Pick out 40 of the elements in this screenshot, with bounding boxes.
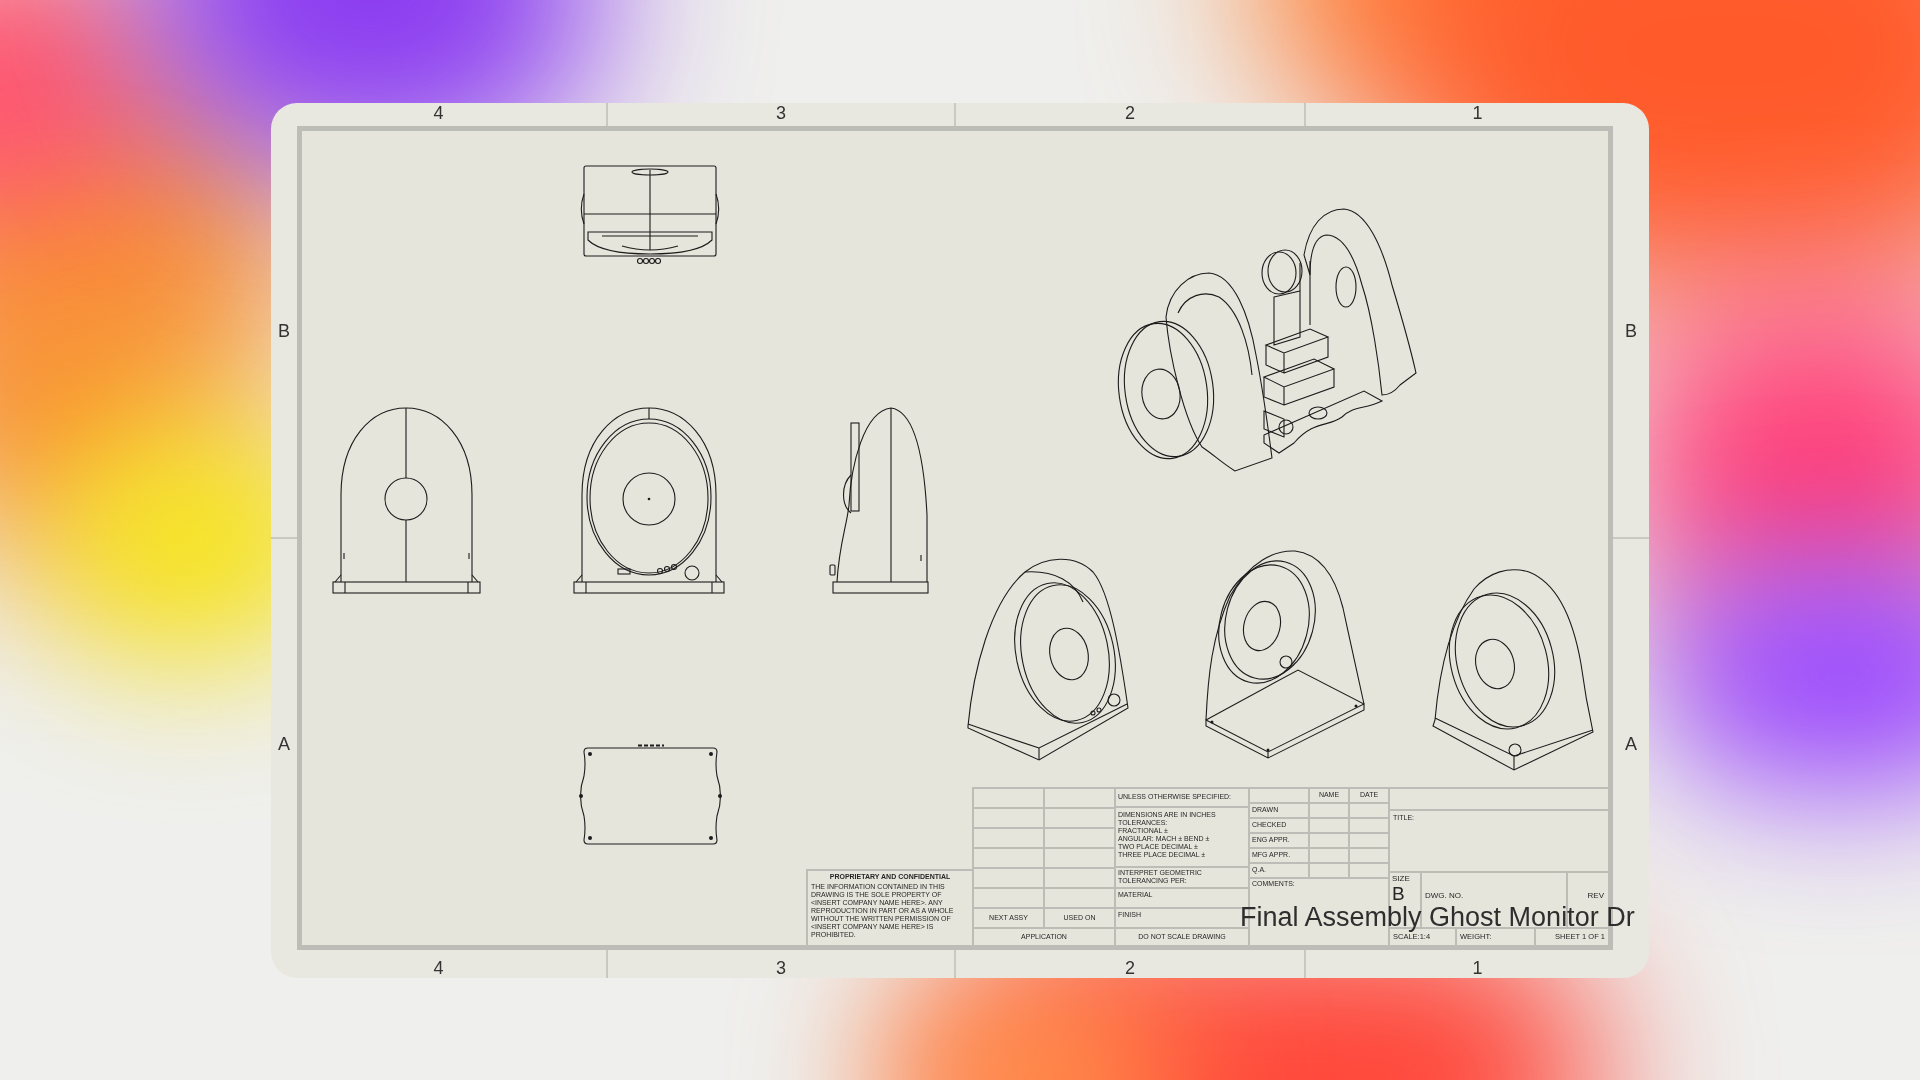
- revision-table-cell: [1045, 788, 1114, 807]
- signature-cell: [1350, 818, 1388, 832]
- zone-number: 3: [776, 104, 786, 122]
- signature-cell: [1310, 848, 1348, 862]
- signature-cell: [1310, 818, 1348, 832]
- zone-number: 2: [1125, 104, 1135, 122]
- signature-cell: [1310, 803, 1348, 817]
- zone-letter: B: [1625, 322, 1637, 340]
- size-label: SIZE: [1392, 873, 1410, 883]
- signature-cell: [1310, 863, 1348, 877]
- zone-number: 2: [1125, 958, 1135, 977]
- signature-cell: [1350, 803, 1388, 817]
- signature-cell: [1350, 833, 1388, 847]
- revision-table-cell: [1045, 848, 1114, 867]
- revision-table-cell: [974, 828, 1043, 847]
- zone-number: 1: [1472, 104, 1483, 122]
- blank-cell: [1250, 788, 1308, 802]
- zone-letter: B: [278, 322, 290, 340]
- drawing-number-label: DWG. NO.: [1425, 890, 1465, 900]
- revision-label: REV: [1587, 890, 1604, 900]
- drawing-title: Final Assembly Ghost Monitor Dr: [1240, 903, 1635, 931]
- zone-number: 1: [1472, 958, 1483, 977]
- revision-table-cell: [974, 788, 1043, 807]
- signature-cell: [1310, 833, 1348, 847]
- revision-table-cell: [1045, 828, 1114, 847]
- revision-table-cell: [974, 868, 1043, 887]
- zone-number: 4: [433, 104, 444, 122]
- zone-letter: A: [1625, 735, 1637, 753]
- revision-table-cell: [974, 848, 1043, 867]
- revision-table-cell: [974, 888, 1043, 907]
- zone-number: 4: [433, 958, 444, 977]
- revision-table-cell: [1045, 888, 1114, 907]
- sheet-size-letter: B: [1392, 883, 1405, 903]
- zone-number: 3: [776, 958, 786, 977]
- revision-table-cell: [974, 808, 1043, 827]
- revision-table-cell: [1045, 868, 1114, 887]
- signature-cell: [1350, 848, 1388, 862]
- signature-cell: [1350, 863, 1388, 877]
- revision-table-cell: [1045, 808, 1114, 827]
- zone-letter: A: [278, 735, 290, 753]
